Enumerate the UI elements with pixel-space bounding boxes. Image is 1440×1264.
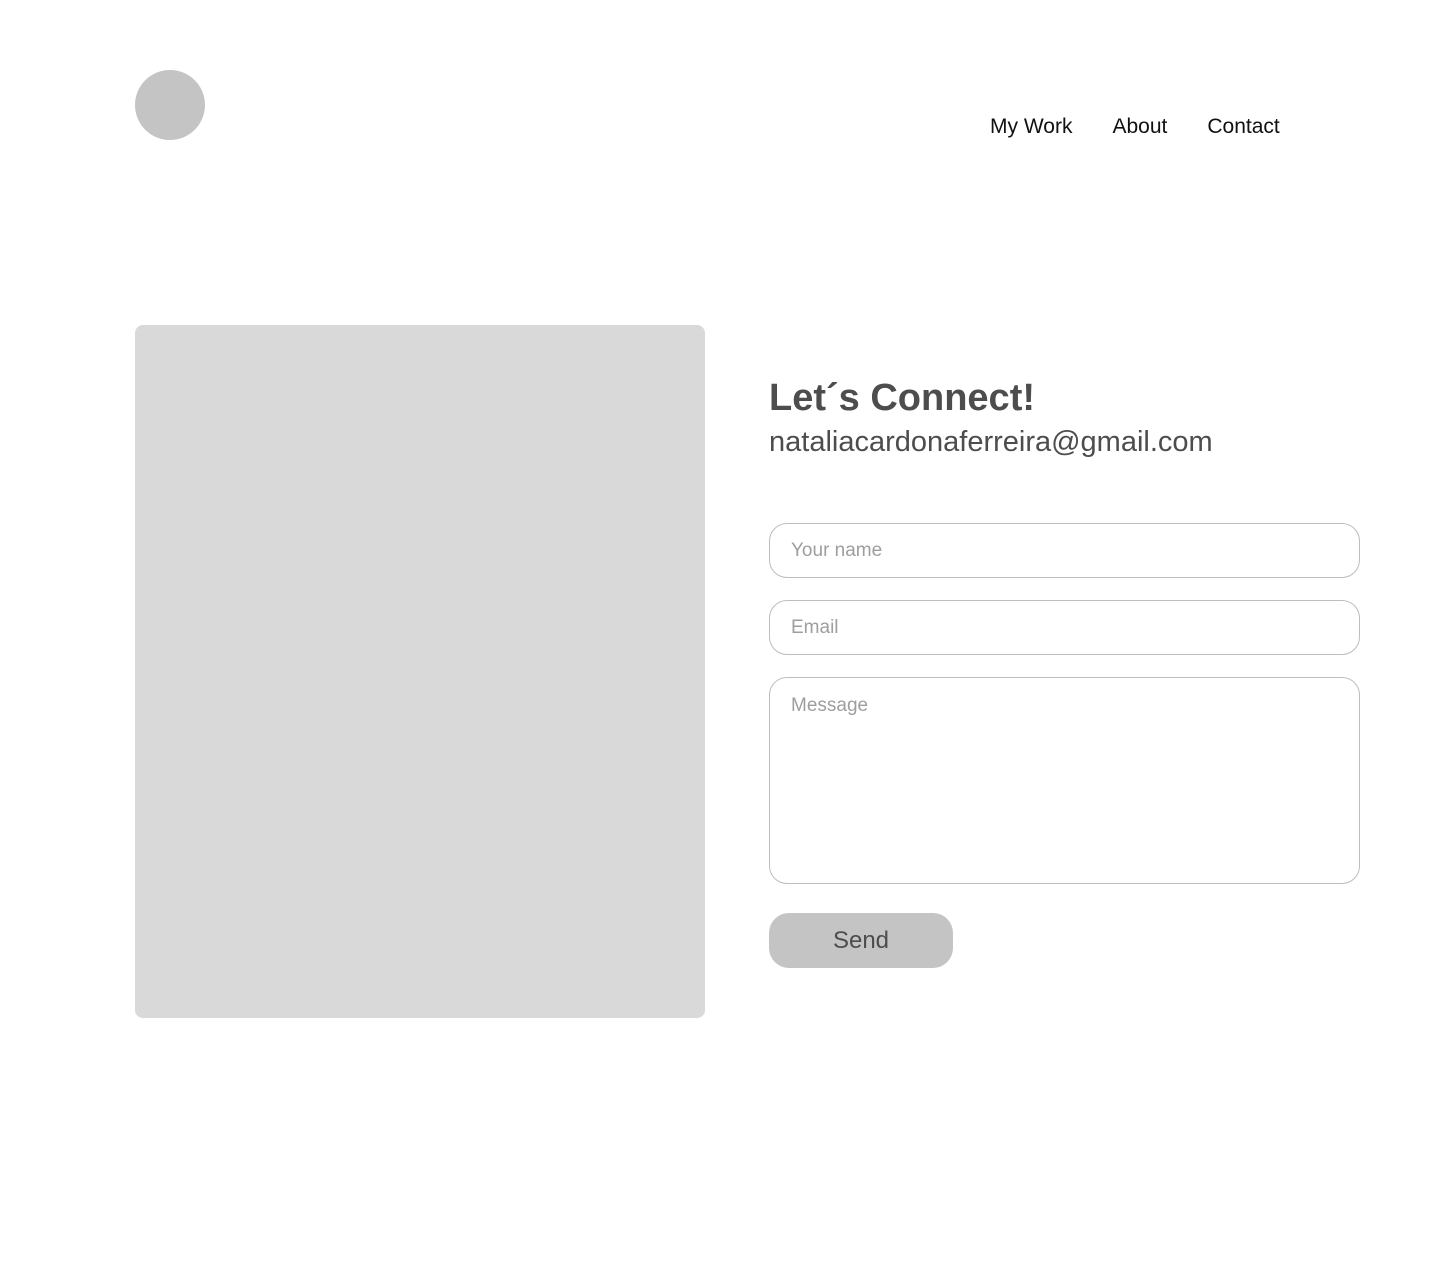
image-placeholder bbox=[135, 325, 705, 1018]
main-nav: My Work About Contact bbox=[990, 114, 1280, 140]
nav-about[interactable]: About bbox=[1112, 114, 1167, 140]
logo[interactable] bbox=[135, 70, 205, 140]
contact-email-link[interactable]: nataliacardonaferreira@gmail.com bbox=[769, 424, 1360, 460]
nav-my-work[interactable]: My Work bbox=[990, 114, 1072, 140]
page-title: Let´s Connect! bbox=[769, 377, 1035, 419]
contact-heading-block: Let´s Connect! nataliacardonaferreira@gm… bbox=[769, 376, 1360, 460]
send-button[interactable]: Send bbox=[769, 913, 953, 968]
contact-page: My Work About Contact Let´s Connect! nat… bbox=[0, 0, 1440, 1264]
email-input[interactable] bbox=[769, 600, 1360, 655]
nav-contact[interactable]: Contact bbox=[1207, 114, 1279, 140]
name-input[interactable] bbox=[769, 523, 1360, 578]
message-textarea[interactable] bbox=[769, 677, 1360, 884]
